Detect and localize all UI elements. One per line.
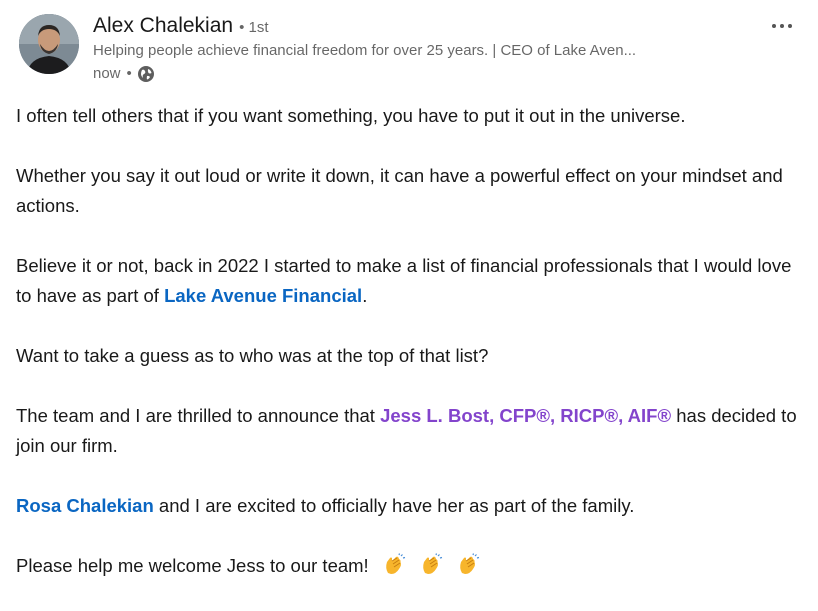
mention-jess-bost[interactable]: Jess L. Bost, CFP®, RICP®, AIF®	[380, 405, 671, 426]
paragraph-5-text: The team and I are thrilled to announce …	[16, 405, 381, 426]
globe-icon	[137, 65, 155, 83]
mention-rosa-chalekian[interactable]: Rosa Chalekian	[16, 495, 154, 516]
separator-dot: •	[126, 65, 132, 82]
clapping-hands-icon	[456, 553, 480, 577]
author-headline: Helping people achieve financial freedom…	[93, 42, 637, 59]
connection-degree-label: 1st	[248, 19, 269, 36]
paragraph-7-text: Please help me welcome Jess to our team!	[16, 555, 369, 576]
paragraph-3-end: .	[362, 285, 368, 306]
paragraph-3-text: Believe it or not, back in 2022 I starte…	[16, 255, 792, 306]
post-paragraph-7: Please help me welcome Jess to our team!	[16, 551, 806, 581]
connection-degree: • 1st	[239, 19, 269, 36]
post-paragraph-5: The team and I are thrilled to announce …	[16, 401, 806, 461]
post-paragraph-6: Rosa Chalekian and I are excited to offi…	[16, 491, 806, 521]
post-body: I often tell others that if you want som…	[16, 101, 806, 611]
clapping-hands-icon	[382, 553, 406, 577]
clapping-hands-icon	[419, 553, 443, 577]
more-options-icon[interactable]	[762, 12, 802, 40]
post-paragraph-1: I often tell others that if you want som…	[16, 105, 686, 126]
post-time-row: now •	[93, 62, 762, 86]
author-meta: Alex Chalekian • 1st Helping people achie…	[93, 12, 762, 86]
paragraph-6-text: and I are excited to officially have her…	[153, 495, 635, 516]
post-paragraph-3: Believe it or not, back in 2022 I starte…	[16, 251, 806, 311]
post-timestamp: now	[93, 65, 121, 82]
post-header: Alex Chalekian • 1st Helping people achie…	[19, 12, 802, 92]
author-avatar[interactable]	[19, 14, 79, 74]
post-paragraph-4: Want to take a guess as to who was at th…	[16, 345, 489, 366]
post-paragraph-2: Whether you say it out loud or write it …	[16, 165, 783, 216]
author-name[interactable]: Alex Chalekian	[93, 14, 233, 37]
company-link-lake-avenue-financial[interactable]: Lake Avenue Financial	[164, 285, 362, 306]
